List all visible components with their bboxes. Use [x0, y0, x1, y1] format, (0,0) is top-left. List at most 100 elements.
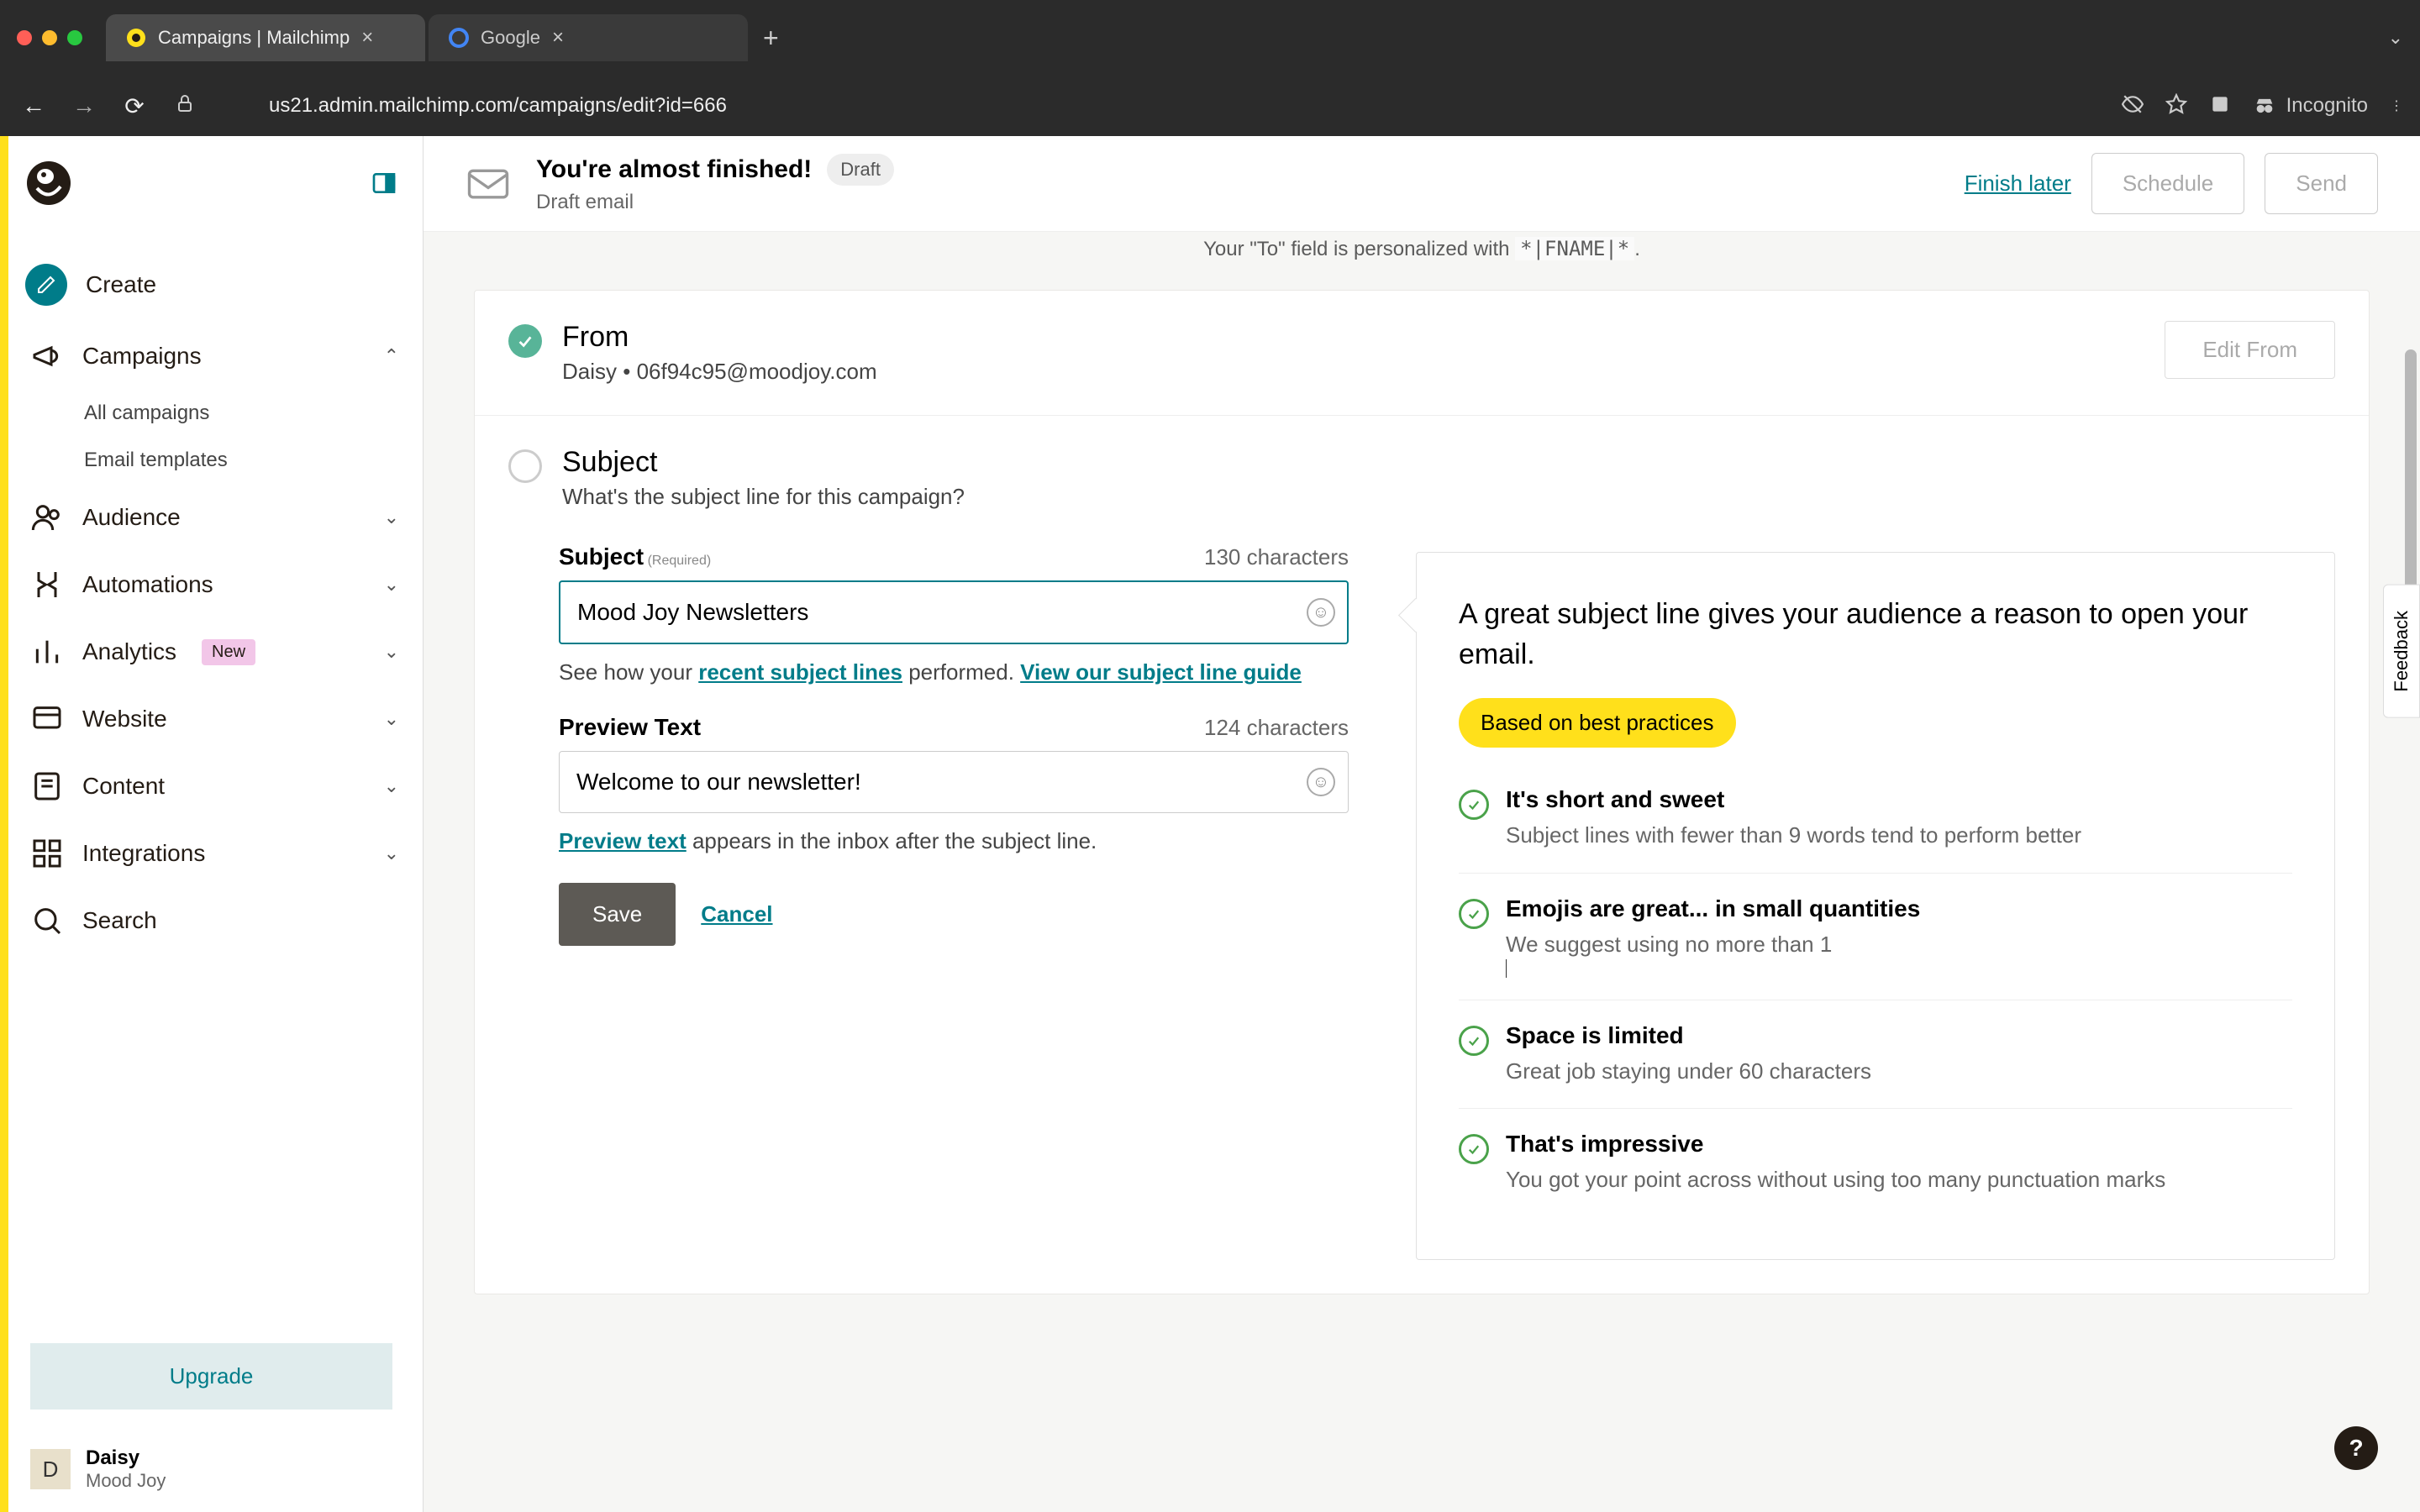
check-circle-icon — [1459, 899, 1489, 929]
close-tab-icon[interactable]: × — [361, 26, 373, 50]
chevron-down-icon: ⌄ — [384, 641, 399, 663]
google-favicon-icon — [449, 28, 469, 48]
tab-google[interactable]: Google × — [429, 14, 748, 61]
browser-tab-bar: Campaigns | Mailchimp × Google × + ⌄ — [0, 0, 2420, 76]
subject-line-guide-link[interactable]: View our subject line guide — [1020, 659, 1302, 685]
mailchimp-logo-icon[interactable] — [25, 160, 72, 207]
sidebar-item-automations[interactable]: Automations ⌄ — [30, 551, 423, 618]
browser-menu-icon[interactable]: ⋮ — [2390, 97, 2403, 114]
sidebar-item-campaigns[interactable]: Campaigns ⌃ — [30, 323, 423, 390]
scrollbar[interactable] — [2405, 349, 2417, 618]
integrations-icon — [30, 837, 64, 870]
new-tab-button[interactable]: + — [751, 23, 791, 54]
section-title-subject: Subject — [562, 446, 2335, 479]
automations-icon — [30, 568, 64, 601]
megaphone-icon — [30, 339, 64, 373]
maximize-window-icon[interactable] — [67, 30, 82, 45]
chevron-down-icon: ⌄ — [384, 574, 399, 596]
close-window-icon[interactable] — [17, 30, 32, 45]
preview-char-count: 124 characters — [1204, 715, 1349, 741]
browser-toolbar: ← → ⟳ us21.admin.mailchimp.com/campaigns… — [0, 76, 2420, 136]
brand-accent-bar — [0, 136, 8, 1512]
page-subtitle: Draft email — [536, 191, 894, 214]
bookmark-star-icon[interactable] — [2165, 93, 2187, 119]
sidebar-item-analytics[interactable]: Analytics New ⌄ — [30, 618, 423, 685]
back-button[interactable]: ← — [17, 92, 50, 119]
emoji-picker-icon[interactable]: ☺ — [1307, 768, 1335, 796]
preview-helper-text: Preview text appears in the inbox after … — [559, 825, 1349, 858]
content-area: Your "To" field is personalized with *|F… — [424, 232, 2420, 1512]
sidebar-item-content[interactable]: Content ⌄ — [30, 753, 423, 820]
sidebar-sub-email-templates[interactable]: Email templates — [84, 437, 423, 484]
site-info-icon[interactable] — [168, 92, 202, 119]
tip-item: Emojis are great... in small quantitiesW… — [1459, 874, 2292, 1000]
subject-char-count: 130 characters — [1204, 544, 1349, 570]
subject-tips-panel: A great subject line gives your audience… — [1416, 552, 2335, 1260]
status-badge: Draft — [827, 154, 894, 186]
schedule-button[interactable]: Schedule — [2091, 153, 2244, 214]
user-profile[interactable]: D Daisy Mood Joy — [0, 1426, 423, 1512]
pending-circle-icon — [508, 449, 542, 483]
section-title-from: From — [562, 321, 2144, 354]
search-icon — [30, 904, 64, 937]
user-name: Daisy — [86, 1446, 166, 1470]
sidebar-sub-all-campaigns[interactable]: All campaigns — [84, 390, 423, 437]
chevron-down-icon: ⌄ — [384, 708, 399, 730]
tip-item: Space is limitedGreat job staying under … — [1459, 1000, 2292, 1109]
avatar: D — [30, 1449, 71, 1489]
incognito-badge[interactable]: Incognito — [2253, 94, 2368, 118]
check-circle-icon — [1459, 1134, 1489, 1164]
sidebar-item-create[interactable]: Create — [30, 247, 423, 323]
campaign-header: You're almost finished! Draft Draft emai… — [424, 136, 2420, 232]
recent-subject-lines-link[interactable]: recent subject lines — [698, 659, 902, 685]
sidebar-item-website[interactable]: Website ⌄ — [30, 685, 423, 753]
save-button[interactable]: Save — [559, 883, 676, 946]
check-circle-icon — [1459, 790, 1489, 820]
subject-section-header: Subject What's the subject line for this… — [475, 416, 2369, 510]
extensions-icon[interactable] — [2209, 93, 2231, 119]
cancel-button[interactable]: Cancel — [701, 901, 772, 927]
window-controls — [17, 30, 82, 45]
tab-mailchimp[interactable]: Campaigns | Mailchimp × — [106, 14, 425, 61]
website-icon — [30, 702, 64, 736]
feedback-tab[interactable]: Feedback — [2383, 585, 2420, 718]
forward-button[interactable]: → — [67, 92, 101, 119]
chevron-down-icon: ⌄ — [384, 775, 399, 797]
emoji-picker-icon[interactable]: ☺ — [1307, 598, 1335, 627]
chevron-down-icon: ⌄ — [384, 507, 399, 528]
to-field-hint: Your "To" field is personalized with *|F… — [474, 232, 2370, 261]
finish-later-link[interactable]: Finish later — [1965, 171, 2071, 197]
send-button[interactable]: Send — [2265, 153, 2378, 214]
analytics-icon — [30, 635, 64, 669]
content-icon — [30, 769, 64, 803]
eye-off-icon[interactable] — [2122, 93, 2144, 119]
close-tab-icon[interactable]: × — [552, 26, 564, 50]
tip-item: It's short and sweetSubject lines with f… — [1459, 764, 2292, 873]
tab-title: Google — [481, 27, 540, 49]
envelope-icon — [466, 161, 511, 207]
sidebar-item-audience[interactable]: Audience ⌄ — [30, 484, 423, 551]
preview-text-label: Preview Text — [559, 714, 701, 741]
sidebar-item-integrations[interactable]: Integrations ⌄ — [30, 820, 423, 887]
address-bar[interactable]: us21.admin.mailchimp.com/campaigns/edit?… — [218, 94, 2105, 118]
preview-text-input[interactable] — [559, 751, 1349, 813]
from-value: Daisy • 06f94c95@moodjoy.com — [562, 359, 2144, 385]
page-title: You're almost finished! — [536, 155, 812, 184]
pencil-icon — [25, 264, 67, 306]
help-button[interactable]: ? — [2334, 1426, 2378, 1470]
tabs-overflow-icon[interactable]: ⌄ — [2388, 27, 2403, 49]
minimize-window-icon[interactable] — [42, 30, 57, 45]
sidebar-item-search[interactable]: Search — [30, 887, 423, 954]
edit-from-button[interactable]: Edit From — [2165, 321, 2335, 379]
subject-input[interactable] — [559, 580, 1349, 644]
from-section: From Daisy • 06f94c95@moodjoy.com Edit F… — [475, 291, 2369, 416]
text-cursor-icon — [1506, 959, 1507, 978]
subject-question: What's the subject line for this campaig… — [562, 484, 2335, 510]
collapse-sidebar-icon[interactable] — [371, 170, 397, 197]
subject-helper-text: See how your recent subject lines perfor… — [559, 656, 1349, 689]
tab-title: Campaigns | Mailchimp — [158, 27, 350, 49]
reload-button[interactable]: ⟳ — [118, 92, 151, 120]
upgrade-button[interactable]: Upgrade — [30, 1343, 392, 1410]
chevron-down-icon: ⌄ — [384, 843, 399, 864]
preview-text-link[interactable]: Preview text — [559, 828, 687, 853]
